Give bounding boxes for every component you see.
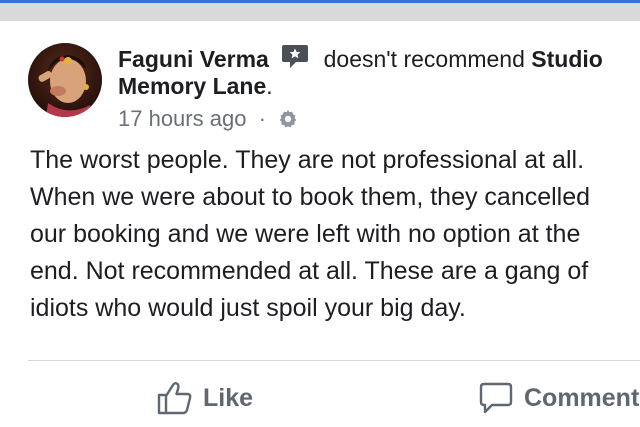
avatar[interactable] — [28, 43, 102, 117]
post-screenshot: Faguni Verma doesn't recommend Studio Me… — [0, 0, 640, 427]
gear-icon[interactable] — [278, 109, 298, 129]
headline-period: . — [266, 73, 273, 99]
meta-separator: · — [258, 106, 266, 131]
post-line: end. Not recommended at all. These are a… — [30, 257, 589, 285]
timestamp[interactable]: 17 hours ago — [118, 106, 246, 131]
post-body: The worst people. They are not professio… — [30, 142, 640, 327]
avatar-photo — [28, 43, 102, 117]
post-line: our booking and we were left with no opt… — [30, 220, 581, 248]
speech-bubble-star-icon — [281, 44, 309, 70]
action-divider — [28, 360, 640, 361]
post-line: When we were about to book them, they ca… — [30, 183, 591, 211]
recommendation-verb: doesn't recommend — [323, 46, 525, 72]
post-header: Faguni Verma doesn't recommend Studio Me… — [118, 44, 640, 132]
comment-label: Comment — [524, 383, 640, 412]
post-line: The worst people. They are not professio… — [30, 146, 585, 174]
headline-continued: Memory Lane. — [118, 73, 640, 100]
page-name-part1[interactable]: Studio — [531, 46, 603, 72]
like-button[interactable]: Like — [157, 378, 253, 418]
like-label: Like — [203, 383, 254, 412]
author-name[interactable]: Faguni Verma — [118, 46, 269, 72]
post-meta: 17 hours ago · — [118, 106, 640, 132]
thumbs-up-icon — [157, 382, 192, 415]
comment-button[interactable]: Comment — [478, 378, 639, 418]
headline: Faguni Verma doesn't recommend Studio — [118, 44, 640, 73]
feed-separator-band — [0, 3, 640, 21]
page-name-part2[interactable]: Memory Lane — [118, 73, 266, 99]
comment-bubble-icon — [479, 382, 513, 414]
post-line: idiots who would just spoil your big day… — [30, 294, 466, 322]
